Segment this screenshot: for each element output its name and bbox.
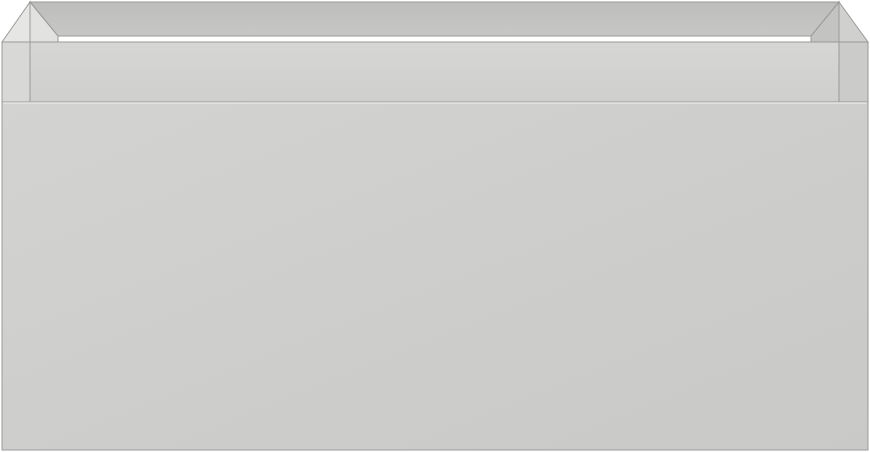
cabinet-right-side: [838, 41, 869, 103]
cabinet-right-top-edge: [838, 0, 869, 43]
drawer-interior-back: [28, 1, 841, 37]
drawer-front-panel: [1, 101, 869, 451]
drawer-illustration: [1, 0, 869, 451]
cabinet-left-side: [1, 41, 31, 103]
cabinet-left-top-edge: [1, 0, 31, 43]
drawer-inner-front: [29, 41, 840, 103]
product-render: [0, 0, 870, 452]
